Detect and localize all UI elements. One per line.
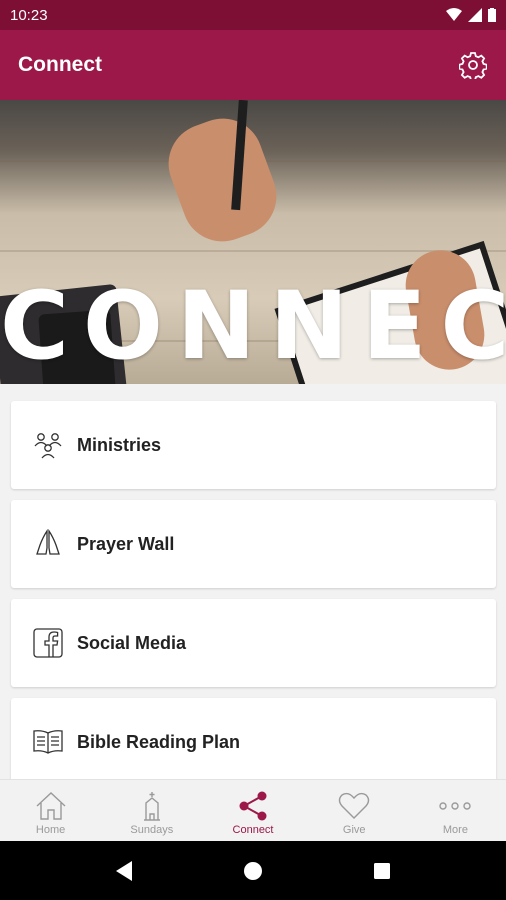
recents-square-icon: [373, 862, 390, 879]
menu-item-social-media[interactable]: Social Media: [11, 599, 496, 687]
bottom-nav: Home Sundays Connect Give More: [0, 779, 506, 841]
nav-label: Connect: [232, 823, 274, 836]
nav-item-sundays[interactable]: Sundays: [101, 780, 202, 841]
system-nav-bar: [0, 841, 506, 900]
home-system-button[interactable]: [233, 851, 273, 891]
settings-button[interactable]: [458, 50, 488, 80]
church-icon: [135, 790, 169, 822]
back-triangle-icon: [116, 860, 133, 881]
menu-item-bible-reading-plan[interactable]: Bible Reading Plan: [11, 698, 496, 779]
nav-item-home[interactable]: Home: [0, 780, 101, 841]
wifi-icon: [446, 8, 462, 21]
menu-item-ministries[interactable]: Ministries: [11, 401, 496, 489]
status-bar: 10:23: [0, 0, 506, 30]
back-button[interactable]: [104, 851, 144, 891]
app-bar: Connect: [0, 30, 506, 100]
nav-label: More: [442, 823, 468, 836]
menu-item-label: Social Media: [77, 632, 187, 653]
menu-item-label: Bible Reading Plan: [77, 731, 241, 752]
open-book-icon: [31, 725, 65, 759]
menu-item-prayer-wall[interactable]: Prayer Wall: [11, 500, 496, 588]
people-group-icon: [31, 428, 65, 462]
recents-button[interactable]: [362, 851, 402, 891]
heart-icon: [337, 790, 371, 822]
share-icon: [236, 790, 270, 822]
nav-item-more[interactable]: More: [405, 780, 506, 841]
nav-item-give[interactable]: Give: [304, 780, 405, 841]
nav-label: Home: [35, 823, 66, 836]
battery-icon: [488, 8, 496, 22]
home-circle-icon: [243, 861, 262, 880]
gear-icon: [459, 52, 487, 79]
hero-banner: CONNECT: [0, 100, 506, 384]
nav-item-connect[interactable]: Connect: [202, 780, 303, 841]
status-time: 10:23: [10, 6, 48, 24]
menu-item-label: Prayer Wall: [77, 533, 175, 554]
connect-menu-list: Ministries Prayer Wall Social Media Bibl…: [0, 384, 506, 779]
page-title: Connect: [18, 53, 102, 76]
facebook-icon: [31, 626, 65, 660]
menu-item-label: Ministries: [77, 434, 162, 455]
home-icon: [34, 790, 68, 822]
status-icons: [446, 8, 496, 22]
more-dots-icon: [438, 790, 472, 822]
nav-label: Give: [342, 823, 366, 836]
nav-label: Sundays: [130, 823, 174, 836]
hero-title: CONNECT: [0, 272, 506, 381]
praying-hands-icon: [31, 527, 65, 561]
signal-icon: [468, 8, 482, 22]
